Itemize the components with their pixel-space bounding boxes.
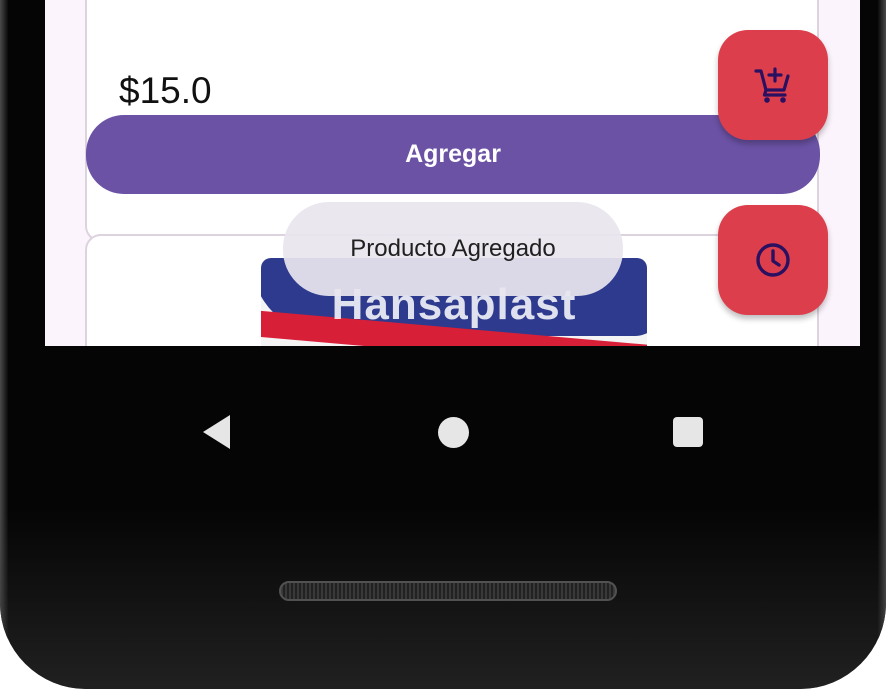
recents-square-icon [673,417,703,447]
clock-icon [753,240,793,280]
add-to-cart-button[interactable]: Agregar [86,115,820,194]
home-circle-icon [437,416,469,448]
nav-back-button[interactable] [184,400,248,464]
phone-body: $15.0 Agregar Hansaplast Producto Agrega… [0,0,886,689]
add-shopping-cart-icon [753,65,793,105]
nav-recents-button[interactable] [656,400,720,464]
toast-message: Producto Agregado [283,202,623,296]
phone-edge-right [878,0,886,689]
history-fab[interactable] [718,205,828,315]
nav-home-button[interactable] [421,400,485,464]
device-frame: $15.0 Agregar Hansaplast Producto Agrega… [0,0,886,691]
cart-fab[interactable] [718,30,828,140]
phone-speaker-grille [279,581,617,601]
system-navigation-bar [0,386,886,478]
back-triangle-icon [202,415,230,449]
product-price: $15.0 [119,70,212,111]
phone-edge-left [0,0,8,689]
app-screen: $15.0 Agregar Hansaplast Producto Agrega… [45,0,860,346]
